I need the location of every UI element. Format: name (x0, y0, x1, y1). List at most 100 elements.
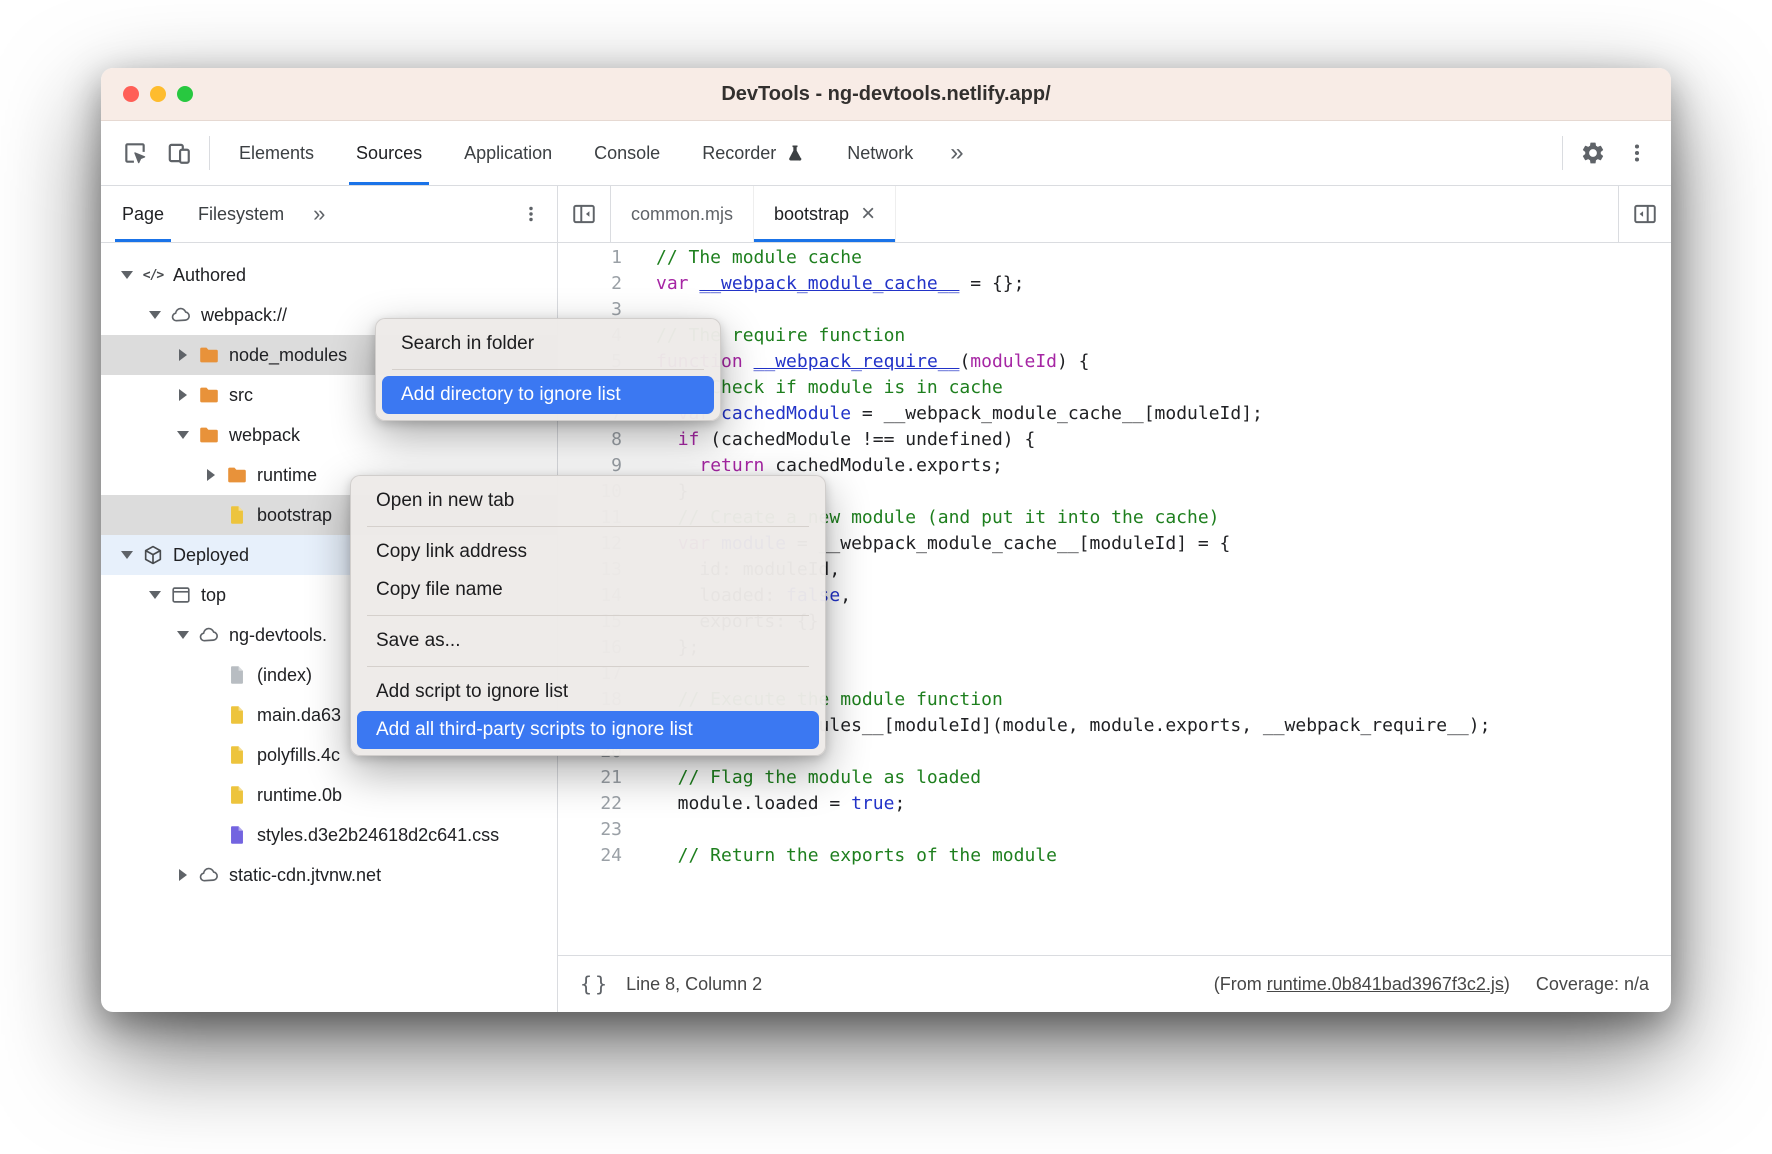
toolbar-separator (209, 136, 210, 170)
chevron-right-icon[interactable] (199, 469, 223, 481)
chevron-down-icon[interactable] (143, 311, 167, 319)
tab-label: Application (464, 143, 552, 164)
toolbar-right (1554, 121, 1659, 185)
menu-item-copy-file-name[interactable]: Copy file name (357, 571, 819, 609)
chevron-right-icon[interactable] (171, 869, 195, 881)
tab-label: Sources (356, 143, 422, 164)
chevron-right-icon[interactable] (171, 389, 195, 401)
menu-item-copy-link-address[interactable]: Copy link address (357, 533, 819, 571)
code-line-6: 6 // Check if module is in cache (558, 375, 1671, 401)
pretty-print-icon[interactable]: {} (580, 972, 610, 996)
tree-item-label: webpack:// (201, 305, 287, 326)
open-file-tabs: common.mjs bootstrap × (611, 186, 896, 242)
tree-item-authored[interactable]: </>Authored (101, 255, 557, 295)
tab-sources[interactable]: Sources (335, 121, 443, 185)
chevron-down-icon[interactable] (171, 431, 195, 439)
sourcemap-file-link[interactable]: runtime.0b841bad3967f3c2.js (1267, 974, 1504, 994)
editor-tab-label: bootstrap (774, 204, 849, 225)
settings-gear-icon[interactable] (1571, 121, 1615, 185)
chevron-down-icon[interactable] (143, 591, 167, 599)
menu-item-save-as[interactable]: Save as... (357, 622, 819, 660)
tree-item-runtime-0b[interactable]: runtime.0b (101, 775, 557, 815)
tree-item-label: node_modules (229, 345, 347, 366)
frame-icon (169, 583, 193, 607)
from-suffix: ) (1504, 974, 1510, 994)
sidebar-tab-label: Page (122, 204, 164, 225)
menu-item-add-all-third-party-scripts-to-ignore-list[interactable]: Add all third-party scripts to ignore li… (357, 711, 819, 749)
tab-elements[interactable]: Elements (218, 121, 335, 185)
code-text: if (cachedModule !== undefined) { (622, 427, 1035, 453)
tree-item-static-cdn-jtvnw-net[interactable]: static-cdn.jtvnw.net (101, 855, 557, 895)
code-text: module.loaded = true; (622, 791, 905, 817)
folder-icon (197, 423, 221, 447)
folder-icon (225, 463, 249, 487)
toolbar-separator (1562, 136, 1563, 170)
navigator-kebab-menu-icon[interactable] (509, 186, 553, 242)
toggle-debugger-panel-icon[interactable] (1618, 186, 1671, 242)
tree-item-label: bootstrap (257, 505, 332, 526)
tree-item-label: top (201, 585, 226, 606)
close-window-button[interactable] (123, 86, 139, 102)
code-line-23: 23 (558, 817, 1671, 843)
tab-network[interactable]: Network (826, 121, 934, 185)
tree-item-label: (index) (257, 665, 312, 686)
code-line-3: 3 (558, 297, 1671, 323)
menu-item-search-in-folder[interactable]: Search in folder (382, 325, 714, 363)
context-menu-folder: Search in folder Add directory to ignore … (375, 318, 721, 421)
line-number[interactable]: 22 (558, 791, 622, 817)
tab-console[interactable]: Console (573, 121, 681, 185)
sources-panel: Page Filesystem » </>Authored webpack:// no… (101, 186, 1671, 1012)
code-line-8: 8 if (cachedModule !== undefined) { (558, 427, 1671, 453)
menu-separator (367, 666, 809, 667)
editor-status-bar: {} Line 8, Column 2 (From runtime.0b841b… (558, 955, 1671, 1012)
tree-item-styles-d3e2b24618d2c641-css[interactable]: styles.d3e2b24618d2c641.css (101, 815, 557, 855)
titlebar: DevTools - ng-devtools.netlify.app/ (101, 68, 1671, 121)
code-line-2: 2var __webpack_module_cache__ = {}; (558, 271, 1671, 297)
line-number[interactable]: 2 (558, 271, 622, 297)
more-navigator-tabs-button[interactable]: » (301, 186, 337, 242)
tree-item-webpack[interactable]: webpack (101, 415, 557, 455)
tree-item-label: styles.d3e2b24618d2c641.css (257, 825, 499, 846)
chevron-down-icon[interactable] (115, 271, 139, 279)
main-toolbar: Elements Sources Application ConsoleRecorde… (101, 121, 1671, 186)
minimize-window-button[interactable] (150, 86, 166, 102)
file-yellow-icon (225, 783, 249, 807)
zoom-window-button[interactable] (177, 86, 193, 102)
close-tab-icon[interactable]: × (861, 202, 875, 226)
tree-item-label: Authored (173, 265, 246, 286)
chevron-right-icon[interactable] (171, 349, 195, 361)
navigator-tabs: Page Filesystem » (101, 186, 557, 243)
line-number[interactable]: 8 (558, 427, 622, 453)
line-number[interactable]: 24 (558, 843, 622, 869)
menu-item-add-script-to-ignore-list[interactable]: Add script to ignore list (357, 673, 819, 711)
menu-item-open-in-new-tab[interactable]: Open in new tab (357, 482, 819, 520)
editor-tab-common-mjs[interactable]: common.mjs (611, 186, 754, 242)
from-prefix: (From (1214, 974, 1267, 994)
more-panels-button[interactable]: » (934, 121, 979, 185)
line-number[interactable]: 21 (558, 765, 622, 791)
folder-icon (197, 343, 221, 367)
device-toolbar-icon[interactable] (157, 121, 201, 185)
line-number[interactable]: 1 (558, 245, 622, 271)
menu-item-add-directory-to-ignore-list[interactable]: Add directory to ignore list (382, 376, 714, 414)
tree-item-label: src (229, 385, 253, 406)
devtools-window: DevTools - ng-devtools.netlify.app/ Elem… (101, 68, 1671, 1012)
sidebar-tab-filesystem[interactable]: Filesystem (181, 186, 301, 242)
status-right: (From runtime.0b841bad3967f3c2.js) Cover… (1214, 974, 1649, 995)
sidebar-tab-page[interactable]: Page (105, 186, 181, 242)
kebab-menu-icon[interactable] (1615, 121, 1659, 185)
menu-separator (392, 369, 704, 370)
tree-item-label: runtime.0b (257, 785, 342, 806)
inspect-element-icon[interactable] (113, 121, 157, 185)
editor-tab-bootstrap[interactable]: bootstrap × (754, 186, 896, 242)
chevron-down-icon[interactable] (171, 631, 195, 639)
tab-recorder[interactable]: Recorder (681, 121, 826, 185)
code-text: // Flag the module as loaded (622, 765, 981, 791)
line-number[interactable]: 23 (558, 817, 622, 843)
toggle-navigator-panel-icon[interactable] (558, 186, 611, 242)
file-gray-icon (225, 663, 249, 687)
file-yellow-icon (225, 743, 249, 767)
chevron-down-icon[interactable] (115, 551, 139, 559)
tab-application[interactable]: Application (443, 121, 573, 185)
beaker-icon (785, 143, 805, 163)
